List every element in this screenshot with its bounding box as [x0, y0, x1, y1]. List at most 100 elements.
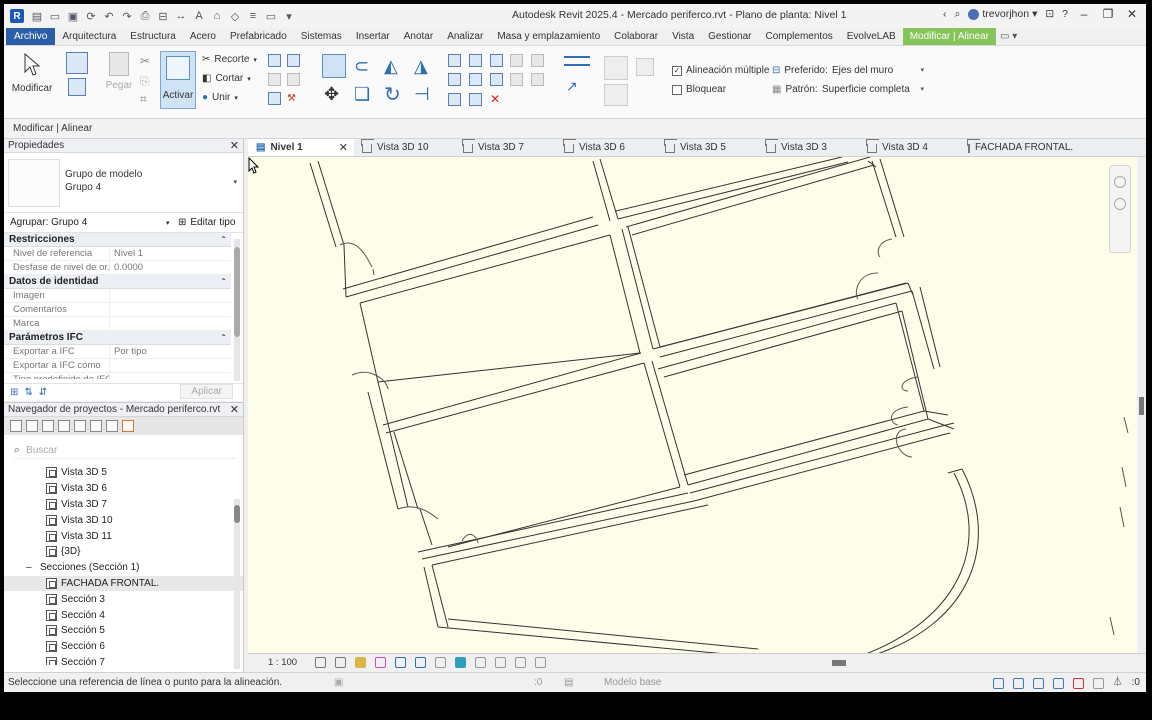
property-section-header[interactable]: Datos de identidad ⌃ — [4, 275, 231, 289]
pin-icon[interactable] — [469, 73, 482, 86]
join-roof-icon[interactable] — [268, 92, 281, 105]
collapse-icon[interactable]: ⌃ — [220, 331, 227, 345]
group-filter-select[interactable]: Agrupar: Grupo 4 — [10, 217, 87, 228]
thin-lines-icon[interactable]: ≡ — [246, 9, 260, 23]
worksets-icon[interactable]: ▣ — [334, 673, 343, 692]
ribbon-tab[interactable]: Colaborar — [607, 28, 665, 45]
edit-type-button[interactable]: ⊞ Editar tipo — [178, 217, 235, 228]
close-button[interactable]: ✕ — [1124, 7, 1140, 21]
multiple-alignment-checkbox[interactable]: ✓ — [672, 65, 682, 76]
drawing-canvas[interactable] — [248, 157, 1137, 653]
view-tab[interactable]: Vista 3D 5 — [657, 139, 758, 156]
view-tab[interactable]: ▤ Nivel 1 ✕ — [248, 139, 354, 156]
back-arrow-icon[interactable]: ‹ — [943, 8, 947, 20]
dimension-icon[interactable]: ↔ — [174, 9, 188, 23]
property-row[interactable]: Nivel de referencia Nivel 1 — [4, 247, 231, 261]
browser-scrollbar[interactable] — [234, 499, 240, 669]
wall-joins-icon[interactable] — [268, 54, 281, 67]
property-section-header[interactable]: Restricciones ⌃ — [4, 233, 231, 247]
browser-search[interactable]: ⌕ Buscar — [14, 443, 237, 459]
create-assembly-icon[interactable] — [604, 84, 628, 106]
browser-links-icon[interactable] — [106, 420, 118, 432]
property-value[interactable] — [110, 289, 114, 302]
cart-icon[interactable]: ⊡ — [1045, 8, 1054, 20]
collapse-icon[interactable]: ⌃ — [220, 233, 227, 247]
linework-icon[interactable] — [510, 73, 523, 86]
property-value[interactable] — [110, 303, 114, 316]
collapse-icon[interactable]: ⌃ — [220, 275, 227, 289]
browser-families-icon[interactable] — [74, 420, 86, 432]
pattern-select[interactable]: Superficie completa ▾ — [818, 82, 928, 96]
save-icon[interactable]: ▣ — [66, 9, 80, 23]
ribbon-tab[interactable]: Gestionar — [701, 28, 758, 45]
undo-icon[interactable]: ↶ — [102, 9, 116, 23]
ribbon-tab[interactable]: Analizar — [440, 28, 490, 45]
properties-scroll-thumb[interactable] — [234, 247, 240, 337]
canvas-vertical-scrollbar[interactable] — [1137, 157, 1146, 653]
split-icon[interactable] — [448, 54, 461, 67]
navigation-bar[interactable] — [1109, 165, 1131, 253]
property-value[interactable]: Nivel 1 — [110, 247, 143, 260]
open-icon[interactable]: ▭ — [48, 9, 62, 23]
dimension-tool-icon[interactable]: ↗ — [566, 78, 578, 95]
browser-link-icon[interactable] — [122, 420, 134, 432]
multiple-alignment-option[interactable]: ✓ Alineación múltiple — [672, 65, 769, 76]
browser-schedules-icon[interactable] — [58, 420, 70, 432]
mirror-axis-icon[interactable]: ◭ — [384, 56, 398, 77]
visual-style-icon[interactable] — [335, 657, 347, 668]
show-crop-icon[interactable] — [415, 657, 427, 668]
browser-item[interactable]: Vista 3D 11 — [4, 528, 243, 544]
paint-icon[interactable] — [287, 73, 300, 86]
temp-view-icon[interactable] — [475, 657, 487, 668]
measure-icon[interactable]: ⊟ — [156, 9, 170, 23]
sort-asc-icon[interactable]: ⇅ — [24, 387, 32, 398]
properties-tool[interactable] — [60, 52, 94, 96]
reveal-hidden-icon[interactable] — [455, 657, 467, 668]
highlight-icon[interactable] — [495, 657, 507, 668]
trim-single-icon[interactable] — [469, 92, 482, 106]
property-value[interactable]: Por tipo — [110, 345, 147, 358]
zoom-icon[interactable] — [1114, 198, 1126, 210]
property-row[interactable]: Imagen — [4, 289, 231, 303]
active-design-option[interactable]: Modelo base — [604, 673, 661, 692]
filter-icon[interactable]: ⏃ — [1113, 673, 1123, 692]
ribbon-tab[interactable]: Masa y emplazamiento — [490, 28, 607, 45]
move-icon[interactable]: ✥ — [324, 84, 339, 105]
sync-icon[interactable]: ⟳ — [84, 9, 98, 23]
sort-desc-icon[interactable]: ⇵ — [39, 387, 47, 398]
ribbon-tab[interactable]: Insertar — [349, 28, 397, 45]
ribbon-tab[interactable]: Arquitectura — [55, 28, 123, 45]
ribbon-tab[interactable]: Anotar — [397, 28, 440, 45]
prefer-select[interactable]: Ejes del muro ▾ — [828, 63, 928, 77]
graphics-icon[interactable] — [531, 73, 544, 86]
join-tool[interactable]: ● Unir ▾ — [202, 92, 238, 103]
revit-logo[interactable]: R — [10, 9, 24, 23]
trim-multiple-icon[interactable] — [448, 92, 461, 106]
select-by-face-icon[interactable] — [1052, 677, 1064, 689]
cut-icon[interactable]: ✂ — [140, 54, 150, 68]
print-icon[interactable]: ⎙ — [138, 9, 152, 23]
search-input[interactable]: Buscar — [26, 445, 57, 456]
property-value[interactable] — [110, 359, 114, 372]
split-face-icon[interactable] — [287, 54, 300, 67]
browser-item[interactable]: Vista 3D 10 — [4, 512, 243, 528]
binoculars-icon[interactable]: ⌕ — [954, 8, 960, 21]
modify-tool[interactable]: Modificar — [10, 52, 54, 94]
browser-groups-icon[interactable] — [90, 420, 102, 432]
type-selector[interactable]: Grupo de modelo Grupo 4 ▾ — [4, 153, 243, 213]
switch-windows-icon[interactable]: ▭ — [264, 9, 278, 23]
browser-sheets-icon[interactable] — [42, 420, 54, 432]
copy-icon[interactable]: ⎘ — [140, 74, 150, 89]
offset-icon[interactable]: ⊂ — [354, 56, 369, 77]
property-section-header[interactable]: Parámetros IFC ⌃ — [4, 331, 231, 345]
restore-button[interactable]: ❐ — [1100, 7, 1116, 21]
collapse-icon[interactable]: – — [26, 562, 36, 573]
close-icon[interactable]: ✕ — [230, 139, 239, 153]
customize-qat-icon[interactable]: ▾ — [282, 9, 296, 23]
split-gap-icon[interactable] — [490, 73, 503, 86]
browser-item[interactable]: Sección 3 — [4, 591, 243, 607]
unpin-icon[interactable] — [448, 73, 461, 86]
view-tab[interactable]: Vista 3D 6 — [556, 139, 657, 156]
hide-icon[interactable] — [510, 54, 523, 67]
home-icon[interactable]: ▤ — [30, 9, 44, 23]
